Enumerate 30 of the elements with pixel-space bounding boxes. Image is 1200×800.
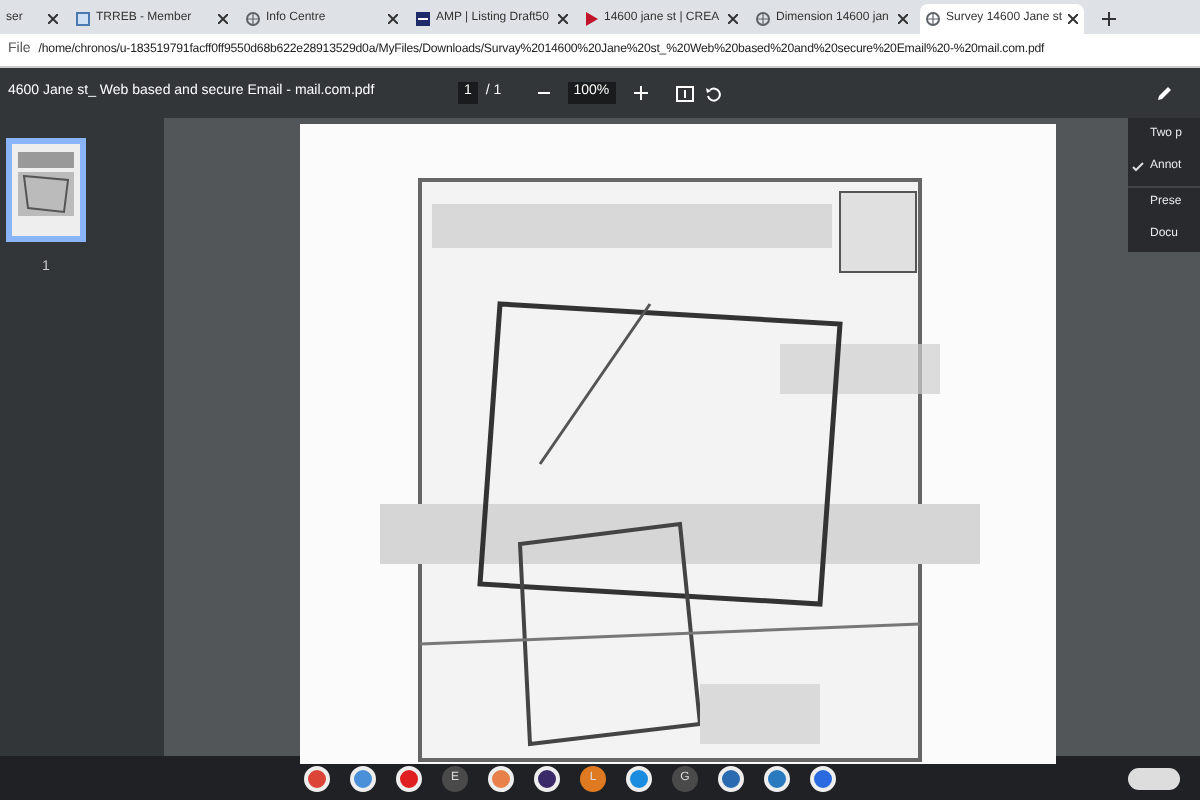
close-icon[interactable] <box>218 14 228 24</box>
zoom-in-icon[interactable] <box>633 86 648 100</box>
fit-page-icon[interactable] <box>675 85 694 101</box>
app-icon[interactable] <box>488 765 514 791</box>
page-icon <box>76 12 90 26</box>
close-icon[interactable] <box>48 14 58 24</box>
check-icon <box>1132 161 1144 171</box>
close-icon[interactable] <box>1068 14 1078 24</box>
status-tray[interactable] <box>1128 767 1180 789</box>
app-icon[interactable] <box>764 765 790 791</box>
flag-icon <box>586 12 598 26</box>
app-icon[interactable] <box>718 765 744 791</box>
app-icon[interactable] <box>534 765 560 791</box>
page-thumbnail[interactable] <box>6 138 86 242</box>
new-tab-icon[interactable] <box>1102 12 1116 26</box>
app-icon[interactable] <box>304 765 330 791</box>
close-icon[interactable] <box>728 14 738 24</box>
app-icon[interactable] <box>350 765 376 791</box>
rotate-icon[interactable] <box>705 85 722 101</box>
close-icon[interactable] <box>898 14 908 24</box>
square-icon <box>416 12 430 26</box>
close-icon[interactable] <box>558 14 568 24</box>
globe-icon <box>246 12 260 26</box>
app-icon[interactable] <box>810 765 836 791</box>
app-icon[interactable] <box>626 765 652 791</box>
app-icon[interactable] <box>396 765 422 791</box>
pencil-icon[interactable] <box>1156 85 1172 101</box>
globe-icon <box>756 12 770 26</box>
globe-icon <box>926 12 940 26</box>
close-icon[interactable] <box>388 14 398 24</box>
